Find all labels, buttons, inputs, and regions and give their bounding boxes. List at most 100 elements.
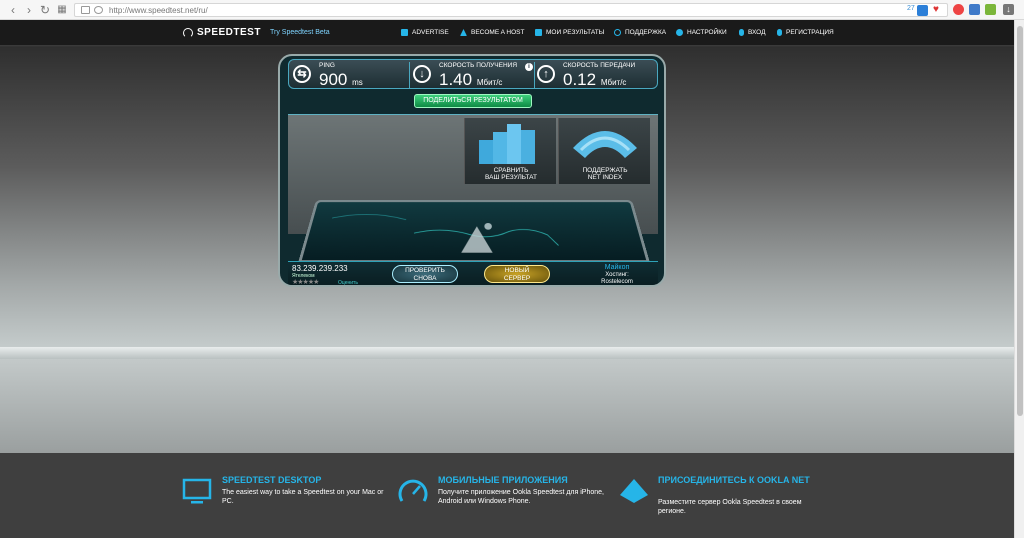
download-number: 1.40 bbox=[439, 70, 473, 89]
tile-line: NET INDEX bbox=[587, 174, 623, 181]
page-icon bbox=[81, 6, 90, 14]
rate-label[interactable]: Оценить bbox=[338, 280, 358, 285]
button-line: СНОВА bbox=[413, 275, 437, 282]
menu-support[interactable]: ПОДДЕРЖКА bbox=[614, 29, 666, 36]
button-line: СЕРВЕР bbox=[503, 275, 531, 282]
upload-label: СКОРОСТЬ ПЕРЕДАЧИ bbox=[563, 62, 636, 69]
extension-green-icon[interactable] bbox=[985, 4, 996, 15]
download-unit: Мбит/с bbox=[476, 78, 503, 87]
ookla-desc: Разместите сервер Ookla Speedtest в свое… bbox=[658, 499, 802, 515]
bar-chart-icon bbox=[479, 124, 535, 164]
gear-icon bbox=[676, 29, 683, 36]
ping-number: 900 bbox=[319, 70, 348, 89]
upload-value: 0.12 Мбит/с bbox=[563, 70, 626, 90]
speedtest-panel: ⇆ PING 900 ms ↓ СКОРОСТЬ ПОЛУЧЕНИЯ 1.40 … bbox=[278, 54, 666, 287]
user-icon bbox=[739, 29, 744, 36]
grid-icon[interactable]: ▦ bbox=[55, 3, 69, 17]
download-value: 1.40 Мбит/с bbox=[439, 70, 502, 90]
ookla-title[interactable]: ПРИСОЕДИНИТЕСЬ К OOKLA NET bbox=[658, 475, 818, 485]
ookla-net-icon bbox=[620, 479, 648, 503]
ping-icon: ⇆ bbox=[293, 65, 311, 83]
ping-value: 900 ms bbox=[319, 70, 363, 90]
menu-register[interactable]: РЕГИСТРАЦИЯ bbox=[777, 29, 834, 36]
menu-label: BECOME A HOST bbox=[471, 29, 525, 36]
rating-stars[interactable]: ★★★★★ bbox=[292, 278, 319, 285]
browser-toolbar: ‹ › ↻ ▦ http://www.speedtest.net/ru/ 27 … bbox=[0, 0, 1024, 20]
divider-band bbox=[0, 347, 1024, 359]
beta-link[interactable]: Try Speedtest Beta bbox=[270, 29, 330, 36]
netindex-icon bbox=[573, 131, 637, 158]
server-city: Майкоп bbox=[604, 264, 630, 271]
speedtest-logo[interactable]: SPEEDTEST bbox=[183, 27, 261, 38]
menu-label: ADVERTISE bbox=[412, 29, 449, 36]
download-label: СКОРОСТЬ ПОЛУЧЕНИЯ bbox=[439, 62, 518, 69]
menu-my-results[interactable]: МОИ РЕЗУЛЬТАТЫ bbox=[535, 29, 604, 36]
address-bar[interactable]: http://www.speedtest.net/ru/ 27 ♥ bbox=[74, 3, 948, 17]
menu-label: ПОДДЕРЖКА bbox=[625, 29, 667, 36]
download-arrow-icon: ↓ bbox=[413, 65, 431, 83]
divider bbox=[409, 62, 410, 88]
support-netindex-tile[interactable]: ПОДДЕРЖАТЬ NET INDEX bbox=[558, 118, 650, 184]
ping-label: PING bbox=[319, 62, 335, 69]
compare-result-tile[interactable]: СРАВНИТЬ ВАШ РЕЗУЛЬТАТ bbox=[464, 118, 556, 184]
ip-address: 83.239.239.233 bbox=[292, 264, 348, 273]
extension-red-icon[interactable] bbox=[953, 4, 964, 15]
shield-icon[interactable] bbox=[917, 5, 928, 16]
tile-line: ПОДДЕРЖАТЬ bbox=[582, 167, 628, 174]
globe-icon bbox=[94, 6, 103, 14]
logo-text: SPEEDTEST bbox=[197, 27, 261, 38]
ping-stat: ⇆ PING 900 ms bbox=[293, 62, 409, 90]
badge-count: 27 bbox=[907, 5, 915, 12]
forward-icon[interactable]: › bbox=[22, 3, 36, 17]
test-again-button[interactable]: ПРОВЕРИТЬ СНОВА bbox=[392, 265, 458, 283]
camera-icon bbox=[535, 29, 542, 36]
download-icon[interactable]: ↓ bbox=[1003, 4, 1014, 15]
upload-unit: Мбит/с bbox=[600, 78, 627, 87]
menu-settings[interactable]: НАСТРОЙКИ bbox=[676, 29, 727, 36]
map-graphic bbox=[302, 202, 646, 253]
url-text[interactable]: http://www.speedtest.net/ru/ bbox=[109, 5, 208, 16]
button-line: НОВЫЙ bbox=[504, 267, 530, 274]
tile-line: ВАШ РЕЗУЛЬТАТ bbox=[485, 174, 537, 181]
stats-bar: ⇆ PING 900 ms ↓ СКОРОСТЬ ПОЛУЧЕНИЯ 1.40 … bbox=[288, 59, 658, 89]
divider bbox=[534, 62, 535, 88]
info-icon bbox=[614, 29, 621, 36]
desktop-desc: The easiest way to take a Speedtest on y… bbox=[222, 489, 384, 505]
site-header: SPEEDTEST Try Speedtest Beta ADVERTISE B… bbox=[0, 20, 1024, 46]
button-line: ПРОВЕРИТЬ bbox=[405, 267, 445, 274]
menu-label: ВХОД bbox=[748, 29, 766, 36]
page-scrollbar[interactable] bbox=[1014, 20, 1024, 538]
tile-line: СРАВНИТЬ bbox=[493, 167, 529, 174]
triangle-icon bbox=[460, 29, 467, 36]
heart-icon[interactable]: ♥ bbox=[933, 4, 939, 15]
monitor-icon bbox=[182, 478, 212, 504]
menu-label: РЕГИСТРАЦИЯ bbox=[786, 29, 834, 36]
support-tile-label: ПОДДЕРЖАТЬ NET INDEX bbox=[559, 167, 651, 181]
ping-unit: ms bbox=[352, 78, 363, 87]
compare-tile-label: СРАВНИТЬ ВАШ РЕЗУЛЬТАТ bbox=[465, 167, 557, 181]
host-name: Rostelecom bbox=[601, 279, 633, 285]
upload-number: 0.12 bbox=[563, 70, 597, 89]
mobile-title[interactable]: МОБИЛЬНЫЕ ПРИЛОЖЕНИЯ bbox=[438, 475, 568, 485]
menu-login[interactable]: ВХОД bbox=[739, 29, 766, 36]
extension-blue-icon[interactable] bbox=[969, 4, 980, 15]
download-stat: ↓ СКОРОСТЬ ПОЛУЧЕНИЯ 1.40 Мбит/с i bbox=[413, 62, 537, 90]
menu-advertise[interactable]: ADVERTISE bbox=[401, 29, 449, 36]
scrollbar-thumb[interactable] bbox=[1017, 26, 1023, 416]
footer: SPEEDTEST DESKTOP The easiest way to tak… bbox=[0, 453, 1024, 538]
server-info-bar: 83.239.239.233 Ятелеком ★★★★★ Оценить ПР… bbox=[288, 261, 658, 285]
menu-become-host[interactable]: BECOME A HOST bbox=[460, 29, 524, 36]
upload-arrow-icon: ↑ bbox=[537, 65, 555, 83]
desktop-title[interactable]: SPEEDTEST DESKTOP bbox=[222, 475, 321, 485]
reload-icon[interactable]: ↻ bbox=[38, 3, 52, 17]
info-icon[interactable]: i bbox=[525, 63, 533, 71]
speedometer-icon bbox=[398, 479, 428, 502]
megaphone-icon bbox=[401, 29, 408, 36]
register-icon bbox=[777, 29, 782, 36]
upload-stat: ↑ СКОРОСТЬ ПЕРЕДАЧИ 0.12 Мбит/с bbox=[537, 62, 657, 90]
back-icon[interactable]: ‹ bbox=[6, 3, 20, 17]
lower-background bbox=[0, 359, 1024, 453]
share-result-button[interactable]: ПОДЕЛИТЬСЯ РЕЗУЛЬТАТОМ bbox=[414, 94, 532, 108]
map-screen bbox=[298, 199, 650, 263]
new-server-button[interactable]: НОВЫЙ СЕРВЕР bbox=[484, 265, 550, 283]
